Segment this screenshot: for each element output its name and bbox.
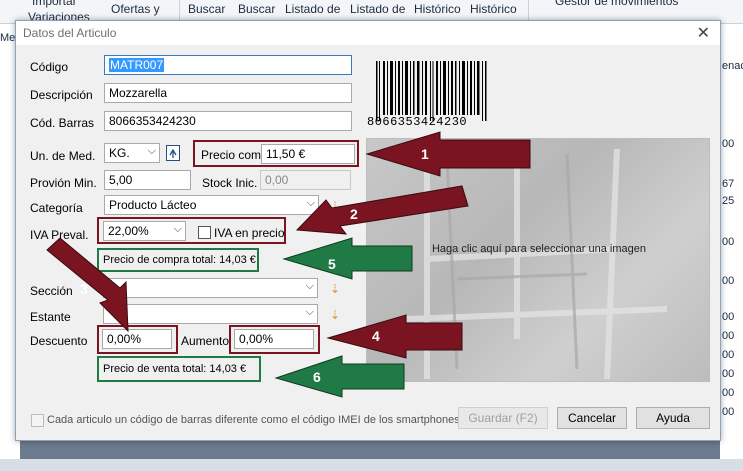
- arrow-4: [326, 314, 463, 359]
- arrow-1-label: 1: [421, 146, 429, 162]
- arrow-1: [365, 131, 531, 177]
- arrow-6: [274, 355, 405, 398]
- arrow-6-label: 6: [313, 369, 321, 385]
- arrow-3-label: 3: [80, 281, 88, 297]
- annotation-overlay: [46, 131, 531, 398]
- arrow-5-label: 5: [328, 256, 336, 272]
- arrow-4-label: 4: [372, 328, 380, 344]
- arrow-2-label: 2: [350, 206, 358, 222]
- arrow-2: [295, 185, 469, 235]
- arrow-5: [282, 237, 413, 280]
